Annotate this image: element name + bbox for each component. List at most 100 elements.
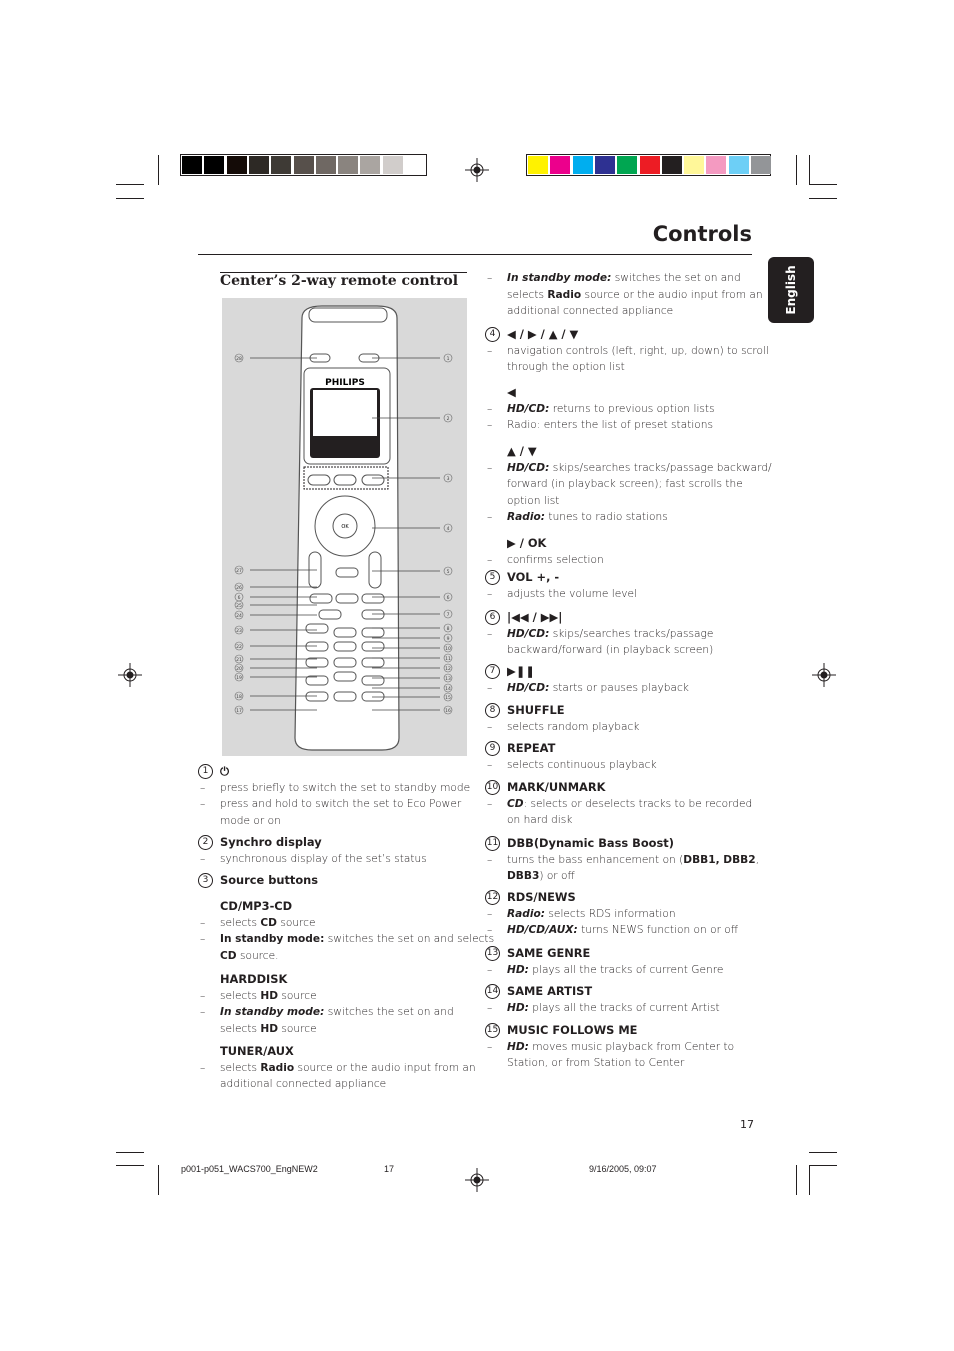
description-text: source or the audio input from an [581, 288, 763, 301]
item-number-badge: 11 [485, 836, 500, 851]
remote-button [333, 671, 357, 682]
description-text: CD [507, 797, 524, 810]
item-number-badge: 6 [485, 610, 500, 625]
control-heading: 2 Synchro display [198, 834, 427, 851]
footer-timestamp: 9/16/2005, 09:07 [589, 1164, 657, 1174]
control-item: 11 DBB(Dynamic Bass Boost) – turns the bass… [485, 835, 759, 885]
item-number-badge: 10 [485, 780, 500, 795]
description-line: – selects continuous playback [487, 757, 657, 774]
description-text: through the option list [507, 361, 625, 374]
callout-number: 10 [445, 646, 451, 652]
description-line: additional connected appliance [200, 1076, 476, 1093]
description-text: source [276, 916, 316, 929]
heading-text: - [554, 570, 560, 584]
item-number-badge: 14 [485, 984, 500, 999]
callout-number: 8 [447, 626, 450, 632]
dash-bullet: – [487, 272, 493, 284]
control-item: HARDDISK – selects HD source – In standby mo… [200, 971, 454, 1037]
description-text: selects random playback [507, 720, 640, 733]
callout-number: 17 [236, 708, 242, 714]
description-text: Radio: enters the list of preset station… [507, 419, 714, 432]
description-line: selects HD source [200, 1021, 454, 1038]
dash-bullet: – [200, 916, 206, 929]
color-swatch [405, 156, 425, 174]
heading-text: Synchro display [220, 835, 322, 849]
color-swatch [528, 156, 548, 174]
color-swatch [360, 156, 381, 174]
page-title: Controls [652, 222, 752, 246]
callout-number: 6 [447, 595, 450, 601]
dash-bullet: – [487, 461, 493, 474]
remote-control-illustration: PHILIPS 2-WAY REMOTE CONTROL OK 28 27 26 6 25 24… [222, 298, 467, 756]
callout-number: 2 [447, 416, 450, 422]
remote-button [361, 641, 385, 652]
description-line: – Radio: enters the list of preset statio… [487, 417, 715, 434]
callout-number: 4 [447, 526, 450, 532]
control-heading: CD/MP3-CD [200, 898, 494, 915]
dash-bullet: – [487, 853, 493, 866]
description-line: – HD/CD/AUX: turns NEWS function on or of… [487, 922, 738, 939]
callout-number: 13 [445, 676, 451, 682]
remote-button [361, 657, 385, 668]
control-heading: 8 SHUFFLE [485, 702, 639, 719]
dash-bullet: – [487, 511, 493, 524]
control-heading: 1 ⏻ [198, 763, 470, 780]
description-text: additional connected appliance [220, 1078, 387, 1091]
volume-rocker [368, 551, 382, 589]
footer-file-name: p001-p051_WACS700_EngNEW2 [181, 1164, 318, 1174]
description-line: – CD: selects or deselects tracks to be r… [487, 796, 752, 813]
description-text: selects [220, 989, 261, 1002]
callout-number: 22 [236, 644, 242, 650]
callout-number: 9 [447, 636, 450, 642]
description-line: – selects random playback [487, 719, 639, 736]
description-line: – synchronous display of the set’s status [200, 851, 427, 868]
description-line: – In standby mode: switches the set on an… [487, 270, 763, 287]
description-text: In standby mode: [507, 272, 612, 284]
heading-text: REPEAT [507, 741, 556, 755]
color-swatch [204, 156, 225, 174]
item-number-badge: 12 [485, 890, 500, 905]
dash-bullet: – [487, 587, 493, 600]
description-line: – selects HD source [200, 988, 454, 1005]
description-text: source [278, 989, 317, 1002]
color-swatch [639, 156, 660, 174]
heading-text: HARDDISK [220, 972, 288, 986]
item-number-badge: 9 [485, 741, 500, 756]
description-line: – HD/CD: skips/searches tracks/passage [487, 626, 713, 643]
heading-text: DBB [507, 836, 534, 850]
dash-bullet: – [200, 933, 206, 946]
dash-bullet: – [487, 681, 493, 694]
callout-number: 24 [236, 613, 242, 619]
remote-button [335, 567, 359, 578]
description-line: – adjusts the volume level [487, 586, 637, 603]
heading-text: ▶❚❚ [507, 664, 535, 678]
description-line: – HD/CD: starts or pauses playback [487, 680, 689, 697]
description-text: HD [260, 989, 279, 1002]
description-text: plays all the tracks of current Genre [528, 963, 724, 976]
description-text: HD/CD: [507, 402, 550, 415]
description-line: through the option list [487, 359, 769, 376]
remote-button [361, 627, 385, 638]
callout-number: 3 [447, 476, 450, 482]
description-line: – In standby mode: switches the set on an… [200, 1004, 454, 1021]
control-heading: 5 VOL +, - [485, 569, 637, 586]
description-text: mode or on [220, 814, 281, 827]
dash-bullet: – [487, 907, 493, 920]
description-text: switches the set on and [324, 1006, 454, 1019]
heading-text: ynamic [548, 836, 599, 850]
description-text: press and hold to switch the set to Eco … [220, 798, 462, 811]
control-heading: 9 REPEAT [485, 740, 657, 757]
source-button [307, 474, 331, 486]
control-item: 10 MARK/UNMARK – CD: selects or deselects t… [485, 779, 752, 829]
description-line: forward (in playback screen); fast scrol… [487, 476, 772, 493]
control-item: TUNER/AUX – selects Radio source or the au… [200, 1043, 476, 1093]
control-item: 2 Synchro display – synchronous display of … [198, 834, 427, 868]
callout-number: 14 [445, 686, 451, 692]
color-swatch [661, 156, 682, 174]
description-text: DBB3 [507, 870, 540, 883]
brand-logo: PHILIPS [325, 378, 365, 388]
dash-bullet: – [487, 402, 493, 415]
color-bar-grayscale [180, 154, 427, 176]
description-text: source. [236, 949, 279, 962]
dash-bullet: – [200, 989, 206, 1002]
